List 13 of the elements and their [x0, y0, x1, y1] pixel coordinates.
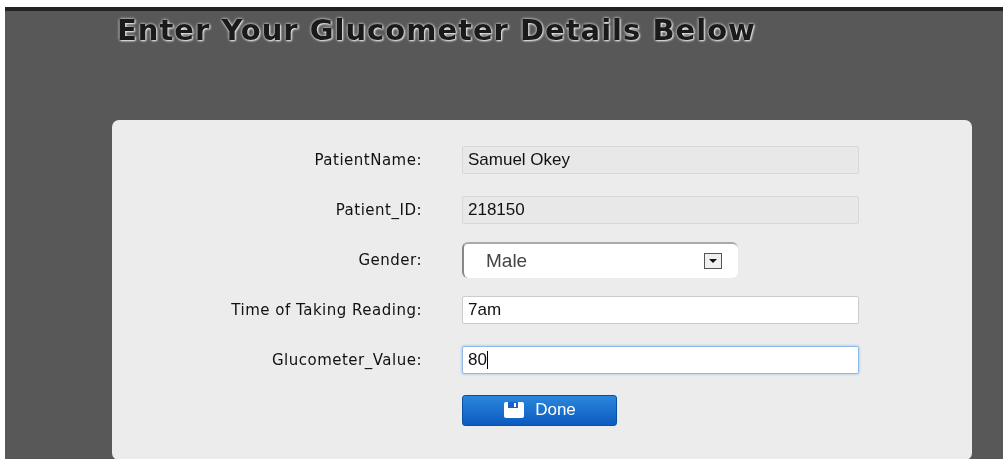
input-field[interactable]: 7am — [462, 296, 859, 324]
gender-dropdown[interactable]: Male — [462, 242, 738, 278]
done-button[interactable]: Done — [462, 394, 617, 426]
field-label: PatientName: — [313, 151, 422, 169]
page-title: Enter Your Glucometer Details Below — [116, 12, 757, 47]
input-field[interactable]: 80 — [462, 346, 859, 374]
caret-icon — [704, 253, 722, 269]
input-field[interactable]: Samuel Okey — [462, 146, 859, 174]
field-label: Time of Taking Reading: — [230, 301, 422, 319]
field-label: Glucometer_Value: — [270, 351, 422, 369]
input-field[interactable]: 218150 — [462, 196, 859, 224]
field-label: Gender: — [357, 251, 422, 269]
field-label: Patient_ID: — [334, 201, 422, 219]
